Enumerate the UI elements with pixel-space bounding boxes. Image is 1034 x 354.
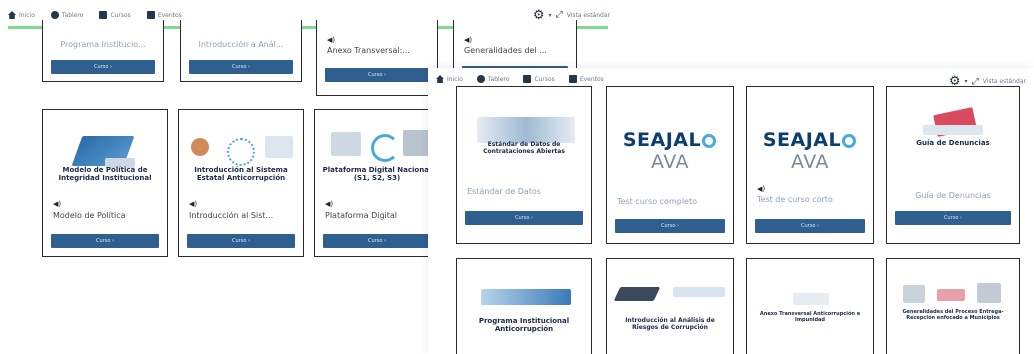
events-icon <box>146 11 155 19</box>
course-title: Plataforma Digital Nacional (S1, S2, S3) <box>322 166 432 182</box>
course-image <box>613 267 727 307</box>
nav-label: Tablero <box>61 11 84 19</box>
course-short-name: Test curso completo <box>617 197 697 206</box>
course-title: Guía de Denuncias <box>916 139 990 147</box>
course-button[interactable]: Curso › <box>189 60 293 74</box>
course-title: Generalidades del Proceso Entrega-Recepc… <box>902 309 1004 321</box>
course-button[interactable]: Curso › <box>755 219 865 233</box>
seajal-logo: SEAJALAVA <box>747 129 873 173</box>
course-title: Introducción al Sistema Estatal Anticorr… <box>194 166 288 182</box>
course-title: Introducción al Análisis de Riesgos de C… <box>625 317 715 331</box>
nav-item-tablero[interactable]: Tablero <box>50 11 84 19</box>
course-image <box>463 267 585 307</box>
course-short-name: Guía de Denuncias <box>915 191 991 200</box>
dashboard-icon <box>50 11 59 19</box>
nav-item-eventos[interactable]: Eventos <box>568 75 604 83</box>
course-card[interactable]: Anexo Transversal Anticorrupción e Impun… <box>746 258 874 354</box>
nav-item-tablero[interactable]: Tablero <box>476 75 510 83</box>
course-button[interactable]: Curso › <box>615 219 725 233</box>
course-short-name: Test de curso corto <box>757 195 833 204</box>
home-icon <box>436 75 444 83</box>
course-short-name: Plataforma Digital <box>325 211 398 220</box>
course-short-name: Introducción a Anál... <box>198 40 284 49</box>
nav-label: Cursos <box>534 75 555 83</box>
magic-wand-icon[interactable]: ⤢ <box>971 77 978 87</box>
course-button[interactable]: Curso › <box>51 60 155 74</box>
courses-icon <box>523 75 532 83</box>
nav-label: Cursos <box>110 11 131 19</box>
course-card[interactable]: Programa Institucional Anticorrupción <box>456 258 592 354</box>
nav-item-cursos[interactable]: Cursos <box>523 75 555 83</box>
course-button[interactable]: Curso › <box>51 234 159 248</box>
nav-label: Eventos <box>579 75 604 83</box>
audio-icon[interactable]: ◀) <box>189 200 197 208</box>
chevron-down-icon[interactable]: ▾ <box>548 12 551 19</box>
nav-item-inicio[interactable]: Inicio <box>8 11 35 19</box>
course-card[interactable]: Generalidades del Proceso Entrega-Recepc… <box>886 258 1020 354</box>
magic-wand-icon[interactable]: ⤢ <box>555 10 562 20</box>
course-card[interactable]: Introducción al Sistema Estatal Anticorr… <box>178 109 304 257</box>
dashboard-icon <box>476 75 485 83</box>
audio-icon[interactable]: ◀) <box>464 36 472 44</box>
course-button[interactable]: Curso › <box>187 234 295 248</box>
nav-item-inicio[interactable]: Inicio <box>436 75 463 83</box>
browser-window-front: Inicio Tablero Cursos Eventos ⚙ ▾ ⤢ Vist… <box>428 68 1034 354</box>
audio-icon[interactable]: ◀) <box>757 185 765 193</box>
course-button[interactable]: Curso › <box>325 68 429 82</box>
nav-item-cursos[interactable]: Cursos <box>99 11 131 19</box>
audio-icon[interactable]: ◀) <box>53 200 61 208</box>
nav-label: Tablero <box>487 75 510 83</box>
events-icon <box>568 75 577 83</box>
view-mode-link[interactable]: Vista estándar <box>983 78 1026 85</box>
course-card[interactable]: Introducción al Análisis de Riesgos de C… <box>606 258 734 354</box>
courses-icon <box>99 11 108 19</box>
course-short-name: Modelo de Política <box>53 211 126 220</box>
home-icon <box>8 11 16 19</box>
audio-icon[interactable]: ◀) <box>327 36 335 44</box>
course-card[interactable]: Introducción a Anál... Curso › <box>180 20 302 82</box>
course-card[interactable]: Modelo de Política de Integridad Institu… <box>42 109 168 257</box>
course-card[interactable]: ◀) Anexo Transversal:... Curso › <box>316 20 438 96</box>
view-mode-link[interactable]: Vista estándar <box>567 12 610 19</box>
course-image <box>893 95 1013 167</box>
nav-label: Eventos <box>157 11 182 19</box>
course-card[interactable]: SEAJALAVA Test curso completo Curso › <box>606 86 734 244</box>
course-image <box>893 267 1013 307</box>
course-title: Modelo de Política de Integridad Institu… <box>58 166 152 182</box>
course-card[interactable]: Estándar de Datos de Contrataciones Abie… <box>456 86 592 244</box>
course-short-name: Introducción al Sist... <box>189 211 274 220</box>
course-title: Estándar de Datos de Contrataciones Abie… <box>483 141 565 155</box>
course-card[interactable]: SEAJALAVA ◀) Test de curso corto Curso › <box>746 86 874 244</box>
course-card[interactable]: Guía de Denuncias Guía de Denuncias Curs… <box>886 86 1020 244</box>
course-image <box>753 267 867 307</box>
course-image <box>463 95 585 167</box>
chevron-down-icon[interactable]: ▾ <box>964 78 967 85</box>
nav-label: Inicio <box>19 11 35 19</box>
course-short-name: Programa Institucio... <box>60 40 146 49</box>
seajal-logo: SEAJALAVA <box>607 129 733 173</box>
course-button[interactable]: Curso › <box>895 211 1011 225</box>
course-title: Programa Institucional Anticorrupción <box>478 317 570 333</box>
course-title: Anexo Transversal Anticorrupción e Impun… <box>759 311 861 323</box>
course-short-name: Estándar de Datos <box>467 187 541 196</box>
audio-icon[interactable]: ◀) <box>325 200 333 208</box>
course-button[interactable]: Curso › <box>465 211 583 225</box>
course-card[interactable]: Programa Institucio... Curso › <box>42 20 164 82</box>
course-card[interactable]: Plataforma Digital Nacional (S1, S2, S3)… <box>314 109 440 257</box>
course-short-name: Generalidades del ... <box>464 46 547 55</box>
course-button[interactable]: Curso › <box>323 234 431 248</box>
course-short-name: Anexo Transversal:... <box>327 46 410 55</box>
nav-item-eventos[interactable]: Eventos <box>146 11 182 19</box>
nav-label: Inicio <box>447 75 463 83</box>
